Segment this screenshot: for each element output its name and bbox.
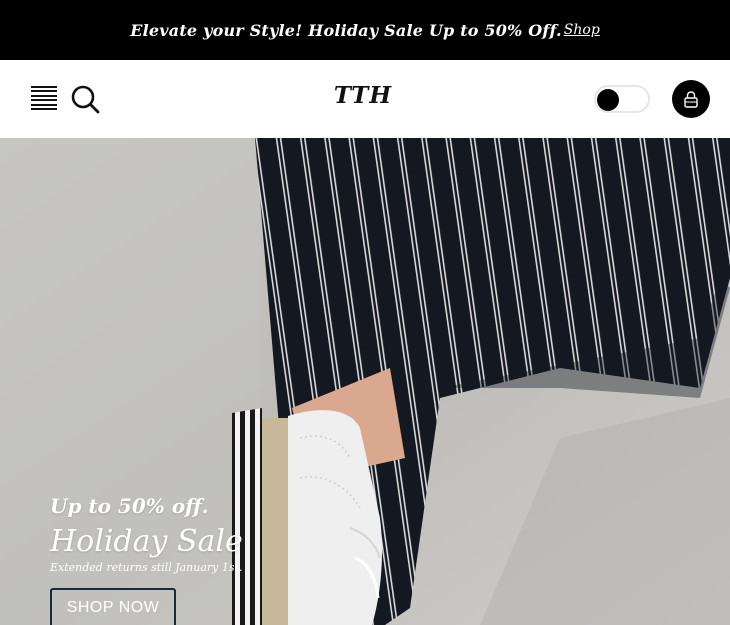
site-header: TTH: [0, 60, 730, 138]
dark-mode-toggle[interactable]: [594, 85, 650, 113]
announcement-bar: Elevate your Style! Holiday Sale Up to 5…: [0, 0, 730, 60]
toggle-knob: [597, 89, 619, 111]
hero-kicker: Up to 50% off.: [50, 494, 209, 518]
hero-banner: Up to 50% off. Holiday Sale Extended ret…: [0, 138, 730, 625]
hero-title: Holiday Sale: [50, 524, 243, 559]
shop-now-button[interactable]: SHOP NOW: [50, 588, 176, 625]
announcement-shop-link[interactable]: Shop: [564, 22, 600, 38]
lock-icon: [684, 91, 698, 108]
hero-copy: Up to 50% off. Holiday Sale Extended ret…: [50, 494, 243, 625]
hero-subtitle: Extended returns still January 1st.: [50, 561, 243, 574]
announcement-text: Elevate your Style! Holiday Sale Up to 5…: [130, 20, 562, 40]
account-button[interactable]: [672, 80, 710, 118]
